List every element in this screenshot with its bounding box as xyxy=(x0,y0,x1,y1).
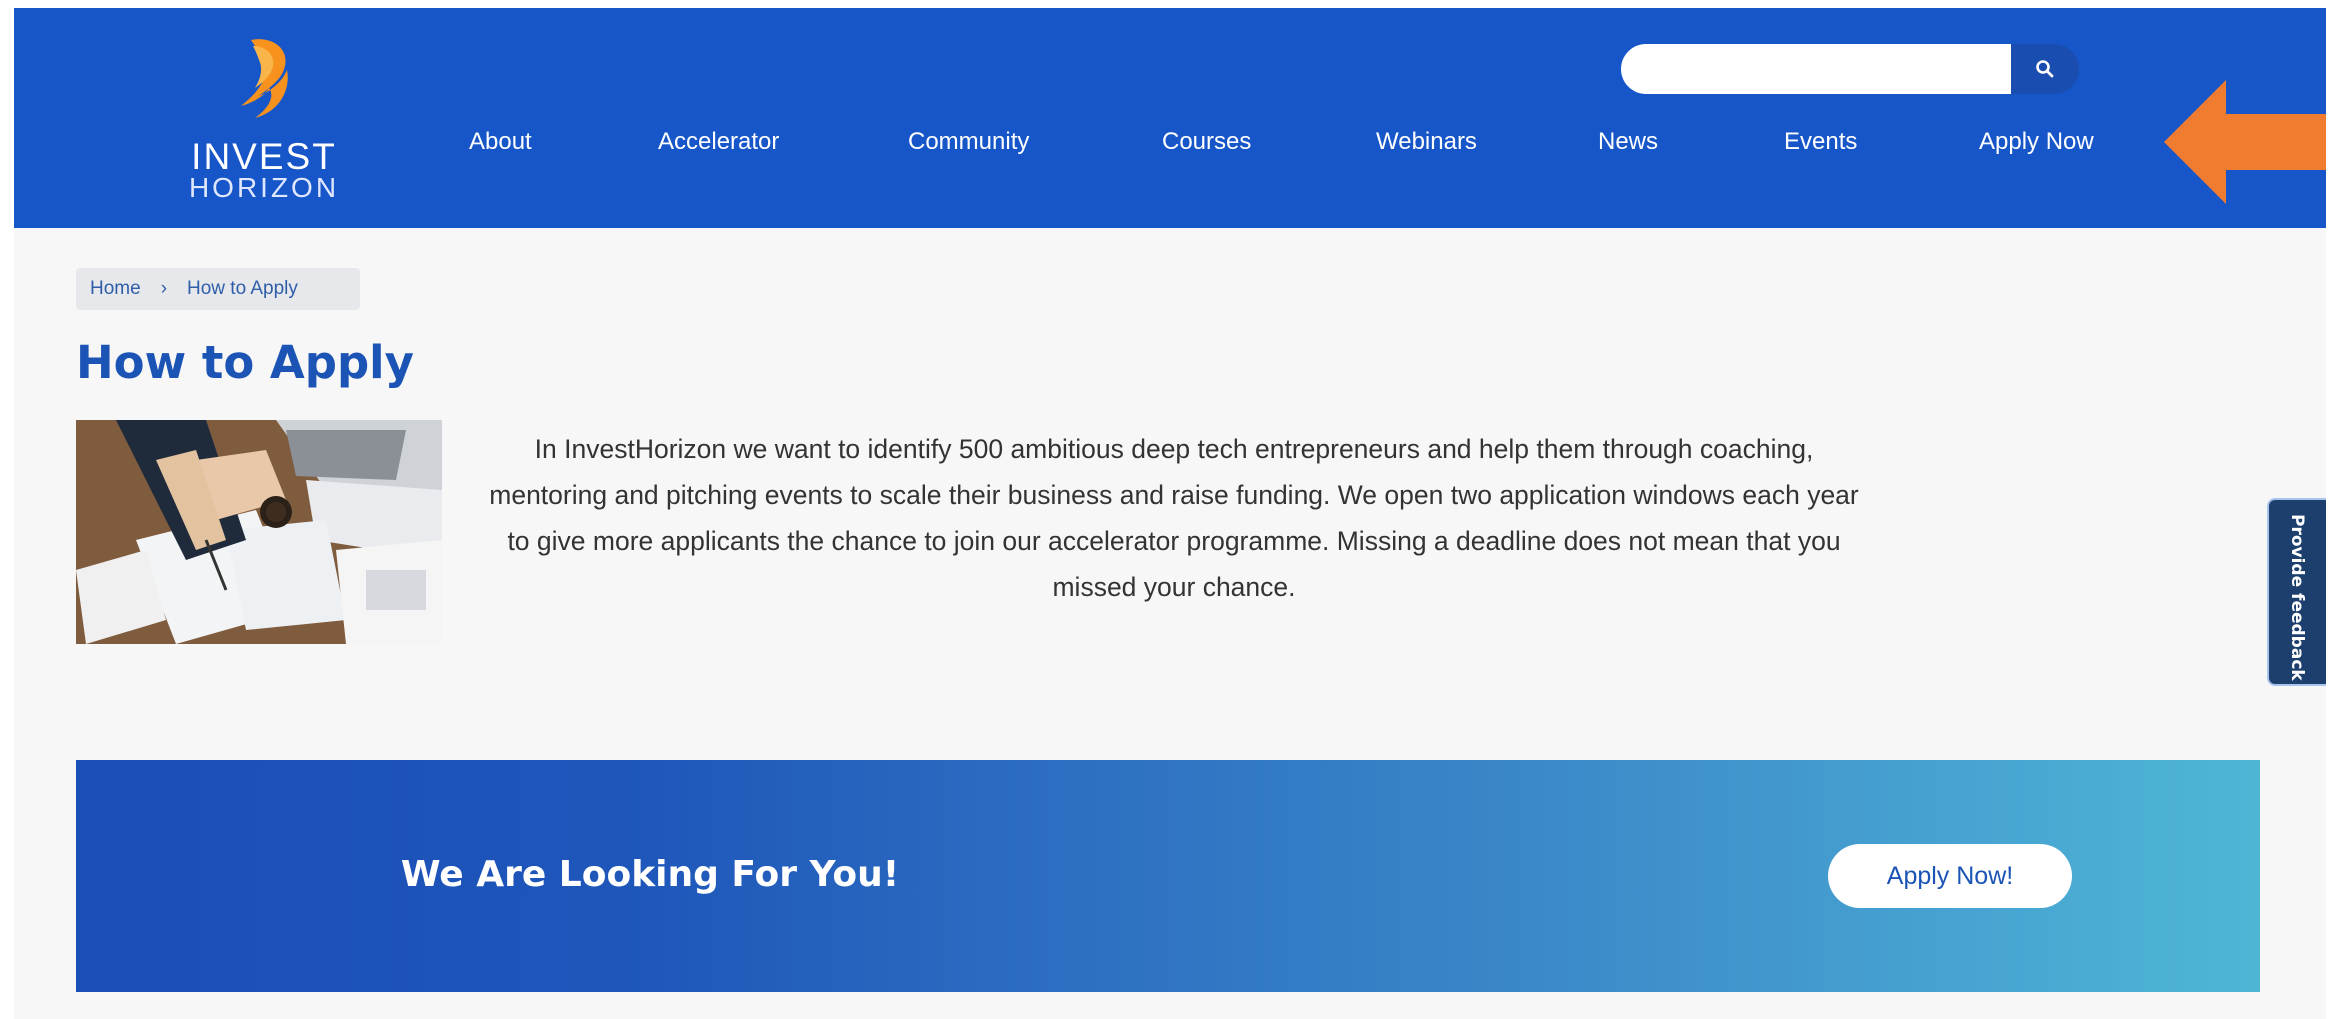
top-navigation-bar: INVEST HORIZON About Accelerator Communi… xyxy=(14,8,2326,228)
logo-flame-icon xyxy=(241,39,288,118)
logo-text-horizon: HORIZON xyxy=(188,172,340,203)
call-to-action-banner: We Are Looking For You! Apply Now! xyxy=(76,760,2260,992)
apply-now-button[interactable]: Apply Now! xyxy=(1828,844,2072,908)
search-icon xyxy=(2036,60,2054,78)
nav-courses[interactable]: Courses xyxy=(1162,128,1251,156)
search-bar xyxy=(1621,44,2079,94)
breadcrumb-home-link[interactable]: Home xyxy=(90,278,141,300)
nav-events[interactable]: Events xyxy=(1784,128,1857,156)
business-desk-image xyxy=(76,420,442,644)
intro-paragraph: In InvestHorizon we want to identify 500… xyxy=(489,434,1859,602)
page: INVEST HORIZON About Accelerator Communi… xyxy=(14,8,2326,1019)
nav-about[interactable]: About xyxy=(469,128,532,156)
nav-apply-now[interactable]: Apply Now xyxy=(1979,128,2094,156)
investhorizon-logo[interactable]: INVEST HORIZON xyxy=(174,36,354,206)
nav-webinars[interactable]: Webinars xyxy=(1376,128,1477,156)
nav-accelerator[interactable]: Accelerator xyxy=(658,128,779,156)
breadcrumb: Home › How to Apply xyxy=(76,268,360,310)
provide-feedback-tab[interactable]: Provide feedback xyxy=(2267,498,2326,686)
search-button[interactable] xyxy=(2011,44,2079,94)
breadcrumb-separator: › xyxy=(160,278,168,299)
page-title: How to Apply xyxy=(76,336,414,389)
search-input[interactable] xyxy=(1621,44,2011,94)
nav-news[interactable]: News xyxy=(1598,128,1658,156)
breadcrumb-current[interactable]: How to Apply xyxy=(187,278,298,300)
banner-title: We Are Looking For You! xyxy=(400,854,900,895)
feedback-label: Provide feedback xyxy=(2287,514,2307,681)
nav-community[interactable]: Community xyxy=(908,128,1029,156)
annotation-arrow-icon xyxy=(2164,80,2326,204)
